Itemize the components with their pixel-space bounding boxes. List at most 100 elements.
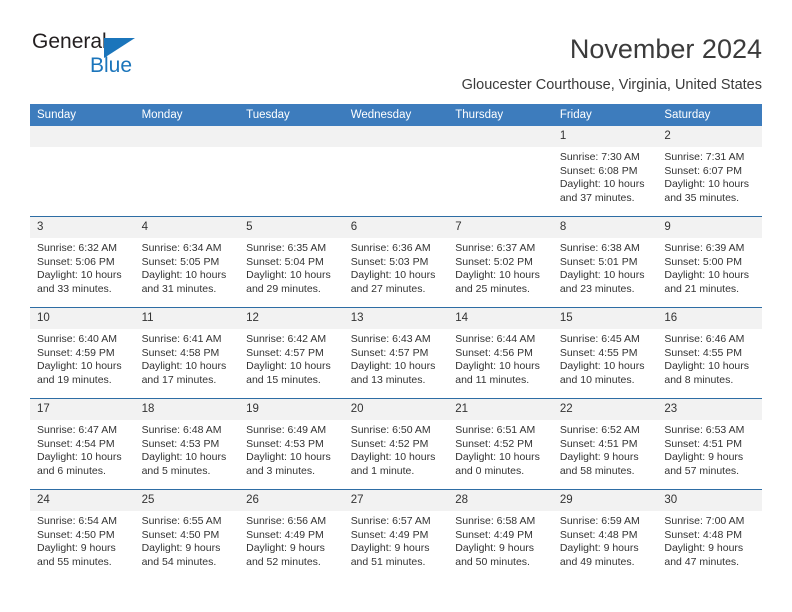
sunrise-text: Sunrise: 7:00 AM (664, 515, 745, 527)
calendar-day-cell[interactable]: 29 Sunrise: 6:59 AM Sunset: 4:48 PM Dayligh… (552, 489, 658, 580)
calendar-week-row: 3 Sunrise: 6:32 AM Sunset: 5:06 PM Daylight… (30, 216, 762, 308)
daylight-text: Daylight: 10 hours and 6 minutes. (37, 451, 122, 477)
calendar-day-cell[interactable]: 1 Sunrise: 7:30 AM Sunset: 6:08 PM Daylight… (552, 126, 658, 217)
sunrise-text: Sunrise: 6:41 AM (141, 333, 222, 345)
day-sun-info: Sunrise: 6:49 AM Sunset: 4:53 PM Daylight:… (239, 420, 344, 478)
day-sun-info: Sunrise: 6:42 AM Sunset: 4:57 PM Daylight:… (239, 329, 344, 387)
day-sun-info: Sunrise: 6:40 AM Sunset: 4:59 PM Daylight:… (30, 329, 135, 387)
sunset-text: Sunset: 4:52 PM (455, 437, 533, 450)
day-number (239, 126, 344, 147)
day-sun-info: Sunrise: 6:35 AM Sunset: 5:04 PM Daylight:… (239, 238, 344, 296)
daylight-text: Daylight: 10 hours and 27 minutes. (350, 269, 436, 295)
daylight-text: Daylight: 10 hours and 25 minutes. (455, 269, 540, 295)
day-number (343, 126, 449, 147)
sunset-text: Sunset: 4:50 PM (37, 528, 115, 541)
daylight-text: Daylight: 9 hours and 51 minutes. (350, 542, 430, 568)
sunrise-text: Sunrise: 6:59 AM (559, 515, 640, 527)
day-sun-info: Sunrise: 6:48 AM Sunset: 4:53 PM Daylight:… (135, 420, 240, 478)
daylight-text: Daylight: 9 hours and 50 minutes. (455, 542, 535, 568)
weekday-header-tuesday: Tuesday (239, 104, 344, 126)
sunrise-text: Sunrise: 6:39 AM (664, 242, 745, 254)
daylight-text: Daylight: 10 hours and 29 minutes. (246, 269, 331, 295)
logo-text-general: General (32, 30, 107, 53)
day-number: 18 (134, 399, 240, 420)
calendar-day-cell[interactable]: 27 Sunrise: 6:57 AM Sunset: 4:49 PM Dayligh… (343, 489, 449, 580)
day-number: 29 (552, 490, 658, 511)
day-number: 1 (552, 126, 658, 147)
calendar-day-cell[interactable]: 23 Sunrise: 6:53 AM Sunset: 4:51 PM Dayligh… (657, 398, 762, 490)
calendar-day-cell[interactable]: 6 Sunrise: 6:36 AM Sunset: 5:03 PM Daylight… (343, 216, 449, 308)
sunset-text: Sunset: 5:03 PM (350, 255, 429, 268)
daylight-text: Daylight: 10 hours and 23 minutes. (559, 269, 645, 295)
calendar-day-cell[interactable]: 9 Sunrise: 6:39 AM Sunset: 5:00 PM Daylight… (657, 216, 762, 308)
calendar-day-cell[interactable]: 8 Sunrise: 6:38 AM Sunset: 5:01 PM Daylight… (552, 216, 658, 308)
calendar-day-cell[interactable]: 2 Sunrise: 7:31 AM Sunset: 6:07 PM Daylight… (657, 126, 762, 217)
calendar-day-cell[interactable]: 25 Sunrise: 6:55 AM Sunset: 4:50 PM Dayligh… (134, 489, 240, 580)
day-number: 10 (30, 308, 135, 329)
daylight-text: Daylight: 10 hours and 19 minutes. (37, 360, 122, 386)
calendar-day-cell[interactable]: 10 Sunrise: 6:40 AM Sunset: 4:59 PM Dayligh… (30, 307, 135, 399)
weekday-header-thursday: Thursday (448, 104, 553, 126)
calendar-day-cell[interactable]: 16 Sunrise: 6:46 AM Sunset: 4:55 PM Dayligh… (657, 307, 762, 399)
weekday-header-wednesday: Wednesday (343, 104, 449, 126)
calendar-day-cell[interactable]: 15 Sunrise: 6:45 AM Sunset: 4:55 PM Dayligh… (552, 307, 658, 399)
calendar-day-cell[interactable]: 19 Sunrise: 6:49 AM Sunset: 4:53 PM Dayligh… (239, 398, 344, 490)
day-number: 25 (134, 490, 240, 511)
day-sun-info: Sunrise: 6:57 AM Sunset: 4:49 PM Daylight:… (344, 511, 449, 569)
calendar-day-cell-empty (134, 126, 240, 217)
calendar-header-row: Sunday Monday Tuesday Wednesday Thursday… (30, 104, 762, 126)
day-sun-info: Sunrise: 7:31 AM Sunset: 6:07 PM Daylight:… (657, 147, 762, 205)
sunset-text: Sunset: 5:02 PM (455, 255, 533, 268)
calendar-day-cell[interactable]: 22 Sunrise: 6:52 AM Sunset: 4:51 PM Dayligh… (552, 398, 658, 490)
day-sun-info: Sunrise: 7:30 AM Sunset: 6:08 PM Daylight:… (553, 147, 658, 205)
day-number: 4 (134, 217, 240, 238)
weekday-header-monday: Monday (134, 104, 240, 126)
calendar-day-cell[interactable]: 7 Sunrise: 6:37 AM Sunset: 5:02 PM Daylight… (448, 216, 553, 308)
generalblue-logo[interactable]: General Blue (32, 30, 222, 82)
weekday-header-friday: Friday (552, 104, 658, 126)
calendar-day-cell[interactable]: 13 Sunrise: 6:43 AM Sunset: 4:57 PM Dayligh… (343, 307, 449, 399)
calendar-table: Sunday Monday Tuesday Wednesday Thursday… (30, 104, 762, 580)
sunrise-text: Sunrise: 7:31 AM (664, 151, 745, 163)
calendar-day-cell[interactable]: 5 Sunrise: 6:35 AM Sunset: 5:04 PM Daylight… (239, 216, 344, 308)
calendar-day-cell[interactable]: 30 Sunrise: 7:00 AM Sunset: 4:48 PM Dayligh… (657, 489, 762, 580)
daylight-text: Daylight: 9 hours and 49 minutes. (559, 542, 639, 568)
day-sun-info: Sunrise: 7:00 AM Sunset: 4:48 PM Daylight:… (657, 511, 762, 569)
daylight-text: Daylight: 9 hours and 54 minutes. (141, 542, 221, 568)
calendar-day-cell[interactable]: 28 Sunrise: 6:58 AM Sunset: 4:49 PM Dayligh… (448, 489, 553, 580)
day-sun-info: Sunrise: 6:38 AM Sunset: 5:01 PM Daylight:… (553, 238, 658, 296)
calendar-day-cell[interactable]: 14 Sunrise: 6:44 AM Sunset: 4:56 PM Dayligh… (448, 307, 553, 399)
calendar-day-cell[interactable]: 24 Sunrise: 6:54 AM Sunset: 4:50 PM Dayligh… (30, 489, 135, 580)
day-number: 30 (657, 490, 762, 511)
sunset-text: Sunset: 5:00 PM (664, 255, 743, 268)
calendar-day-cell[interactable]: 3 Sunrise: 6:32 AM Sunset: 5:06 PM Daylight… (30, 216, 135, 308)
day-sun-info: Sunrise: 6:36 AM Sunset: 5:03 PM Daylight:… (344, 238, 449, 296)
calendar-day-cell[interactable]: 12 Sunrise: 6:42 AM Sunset: 4:57 PM Dayligh… (239, 307, 344, 399)
calendar-day-cell[interactable]: 26 Sunrise: 6:56 AM Sunset: 4:49 PM Dayligh… (239, 489, 344, 580)
sunrise-text: Sunrise: 6:54 AM (37, 515, 117, 527)
calendar-day-cell[interactable]: 17 Sunrise: 6:47 AM Sunset: 4:54 PM Dayligh… (30, 398, 135, 490)
sunset-text: Sunset: 4:56 PM (455, 346, 533, 359)
page-title: November 2024 (569, 34, 762, 64)
sunset-text: Sunset: 5:01 PM (559, 255, 638, 268)
calendar-day-cell[interactable]: 21 Sunrise: 6:51 AM Sunset: 4:52 PM Dayligh… (448, 398, 553, 490)
calendar-day-cell[interactable]: 11 Sunrise: 6:41 AM Sunset: 4:58 PM Dayligh… (134, 307, 240, 399)
sunrise-text: Sunrise: 6:34 AM (141, 242, 222, 254)
daylight-text: Daylight: 10 hours and 13 minutes. (350, 360, 436, 386)
sunrise-text: Sunrise: 6:48 AM (141, 424, 222, 436)
sunset-text: Sunset: 4:48 PM (559, 528, 638, 541)
day-sun-info: Sunrise: 6:45 AM Sunset: 4:55 PM Daylight:… (553, 329, 658, 387)
calendar-day-cell[interactable]: 20 Sunrise: 6:50 AM Sunset: 4:52 PM Dayligh… (343, 398, 449, 490)
sunset-text: Sunset: 4:49 PM (246, 528, 324, 541)
daylight-text: Daylight: 9 hours and 58 minutes. (559, 451, 639, 477)
sunrise-text: Sunrise: 6:56 AM (246, 515, 327, 527)
weekday-header-row: Sunday Monday Tuesday Wednesday Thursday… (30, 104, 762, 126)
calendar-day-cell[interactable]: 18 Sunrise: 6:48 AM Sunset: 4:53 PM Dayligh… (134, 398, 240, 490)
daylight-text: Daylight: 10 hours and 37 minutes. (559, 178, 645, 204)
day-number: 19 (239, 399, 344, 420)
sunrise-text: Sunrise: 6:35 AM (246, 242, 327, 254)
sunset-text: Sunset: 5:04 PM (246, 255, 324, 268)
sunset-text: Sunset: 4:49 PM (350, 528, 429, 541)
calendar-day-cell[interactable]: 4 Sunrise: 6:34 AM Sunset: 5:05 PM Daylight… (134, 216, 240, 308)
sunrise-text: Sunrise: 6:52 AM (559, 424, 640, 436)
